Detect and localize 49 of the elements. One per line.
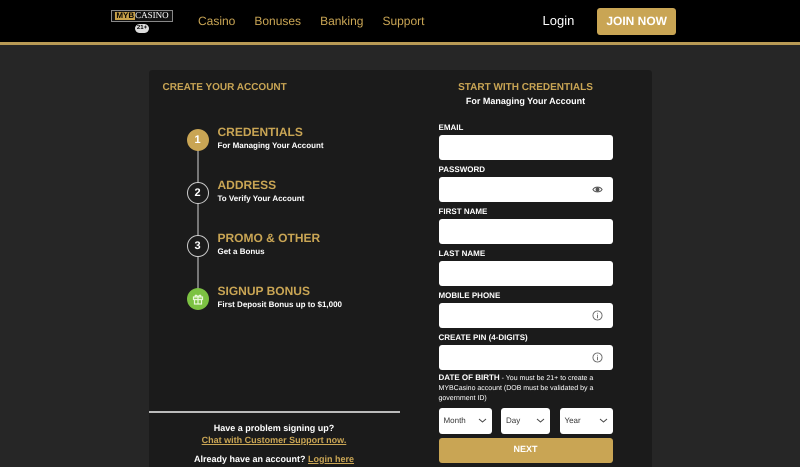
step-subtitle: To Verify Your Account: [218, 193, 304, 205]
login-link[interactable]: Login: [542, 11, 574, 31]
eye-icon[interactable]: [592, 184, 602, 194]
field-label: CREATE PIN (4-DIGITS): [438, 332, 529, 342]
logo-mark: MYB: [115, 12, 136, 20]
info-icon: [592, 310, 602, 320]
input-field[interactable]: [438, 218, 612, 244]
link[interactable]: Login here: [308, 454, 354, 464]
field-label: PASSWORD: [438, 164, 486, 174]
step-title: CREDENTIALS: [218, 124, 304, 140]
dropdown-label: Month: [444, 414, 466, 426]
step-number: 3: [186, 235, 208, 257]
dropdown[interactable]: Day: [501, 408, 550, 434]
step-number: 1: [186, 129, 208, 151]
dropdown[interactable]: Year: [560, 408, 612, 434]
chevron-icon: [478, 418, 486, 423]
input-field[interactable]: [438, 134, 612, 160]
dropdown-label: Day: [506, 414, 520, 426]
panel-title: CREATE YOUR ACCOUNT: [162, 81, 288, 95]
chevron-icon: [598, 418, 608, 423]
form-subtitle: For Managing Your Account: [466, 95, 586, 108]
field-label: EMAIL: [438, 122, 464, 132]
chevron-icon: [536, 418, 545, 423]
nav-link[interactable]: Banking: [320, 12, 364, 30]
logo-name: CASINO: [135, 11, 169, 20]
nav-link[interactable]: Bonuses: [254, 12, 302, 30]
login-prompt: Already have an account? Login here: [192, 452, 356, 466]
field-label: FIRST NAME: [438, 206, 488, 216]
input-field[interactable]: [438, 344, 612, 370]
input-field[interactable]: [438, 302, 612, 328]
step-title: ADDRESS: [218, 177, 278, 193]
link[interactable]: Chat with Customer Support now.: [202, 434, 346, 444]
step-subtitle: First Deposit Bonus up to $1,000: [218, 299, 342, 311]
step-title: SIGNUP BONUS: [218, 283, 311, 299]
info-icon: [592, 352, 602, 362]
input-field[interactable]: [438, 260, 612, 286]
dropdown[interactable]: Month: [438, 408, 492, 434]
step-number: 2: [186, 182, 208, 204]
step-subtitle: For Managing Your Account: [218, 140, 324, 152]
step-title: PROMO & OTHER: [218, 230, 320, 246]
form-title: START WITH CREDENTIALS: [458, 81, 593, 95]
input-field[interactable]: [438, 176, 612, 202]
nav-link[interactable]: Support: [382, 12, 424, 30]
step-subtitle: Get a Bonus: [218, 246, 266, 258]
nav-link[interactable]: Casino: [198, 12, 236, 30]
dropdown-label: Year: [564, 414, 581, 426]
help-text: Have a problem signing up? Chat with Customer Support now.: [200, 422, 348, 446]
field-label: MOBILE PHONE: [438, 290, 502, 300]
field-label: LAST NAME: [438, 248, 486, 258]
